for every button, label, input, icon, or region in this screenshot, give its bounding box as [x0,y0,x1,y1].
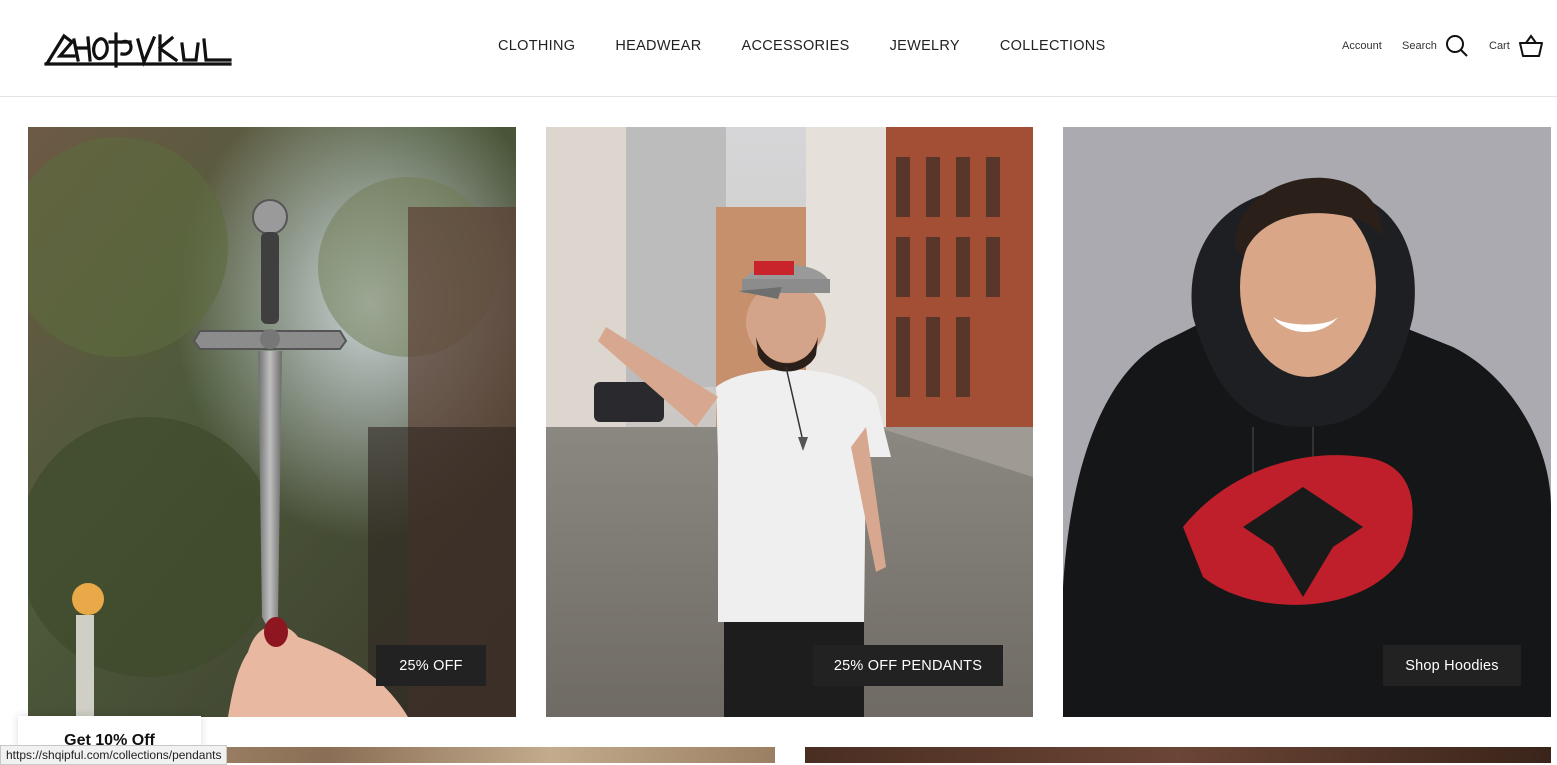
nav-collections[interactable]: COLLECTIONS [1000,38,1106,54]
nav-headwear[interactable]: HEADWEAR [615,38,701,54]
link-status-url: https://shqipful.com/collections/pendant… [0,745,228,765]
search-icon [1445,35,1468,57]
account-link[interactable]: Account [1342,40,1382,52]
search-button[interactable]: Search [1402,34,1469,58]
basket-icon [1518,34,1543,57]
cart-label: Cart [1489,40,1510,52]
account-label: Account [1342,40,1382,52]
hoodie-man-photo [1063,127,1551,717]
nav-accessories[interactable]: ACCESSORIES [742,38,850,54]
street-man-photo [546,127,1033,717]
nav-clothing[interactable]: CLOTHING [498,38,575,54]
promo-tile-sword[interactable]: 25% OFF [28,127,516,717]
promo-button-pendants[interactable]: 25% OFF PENDANTS [813,645,1003,686]
brand-logo[interactable] [44,22,234,72]
promo-button-25-off[interactable]: 25% OFF [376,645,486,686]
main-nav: CLOTHING HEADWEAR ACCESSORIES JEWELRY CO… [498,38,1106,54]
cart-button[interactable]: Cart [1489,34,1544,58]
promo-tile-bottom-right[interactable] [805,747,1551,763]
promo-tile-hoodies[interactable]: Shop Hoodies [1063,127,1551,717]
site-header: CLOTHING HEADWEAR ACCESSORIES JEWELRY CO… [0,0,1557,97]
search-label: Search [1402,40,1437,52]
nav-jewelry[interactable]: JEWELRY [890,38,960,54]
promo-tile-pendants[interactable]: 25% OFF PENDANTS [546,127,1033,717]
shop-hoodies-button[interactable]: Shop Hoodies [1383,645,1521,686]
sword-photo [28,127,516,717]
